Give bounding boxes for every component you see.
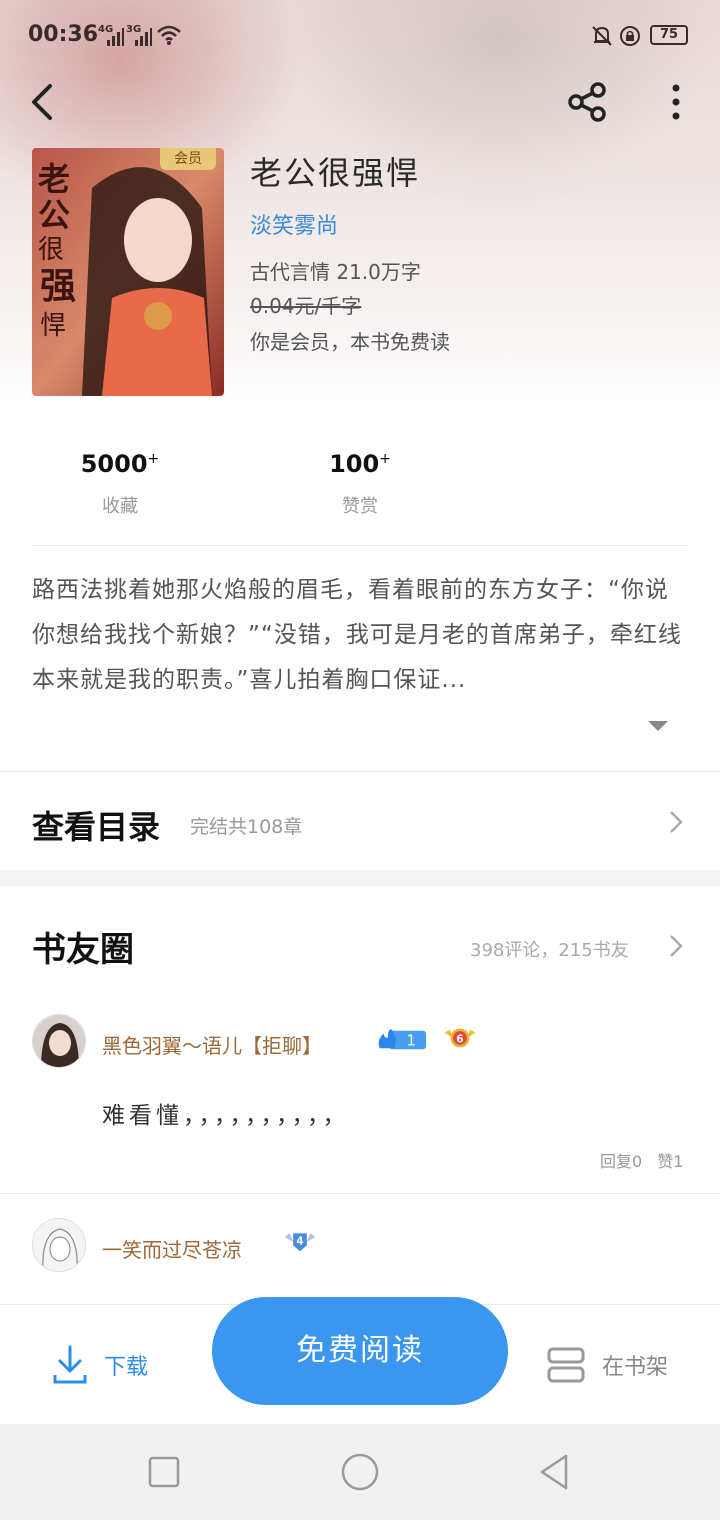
- fire-level-badge-icon: 1: [378, 1028, 426, 1050]
- download-icon: [53, 1345, 87, 1384]
- level-6-badge-icon: 6: [444, 1028, 476, 1048]
- book-vip-note: 你是会员，本书免费读: [250, 330, 450, 354]
- bottom-action-bar: 下载 免费阅读 在书架: [0, 1297, 720, 1424]
- comment-text: 难看懂，，，，，，，，，，: [102, 1103, 350, 1129]
- bookshelf-icon: [547, 1347, 585, 1383]
- stat-label: 赞赏: [342, 496, 378, 517]
- back-button[interactable]: [18, 78, 66, 126]
- battery-indicator: 75: [650, 25, 688, 45]
- recent-apps-icon[interactable]: [142, 1450, 186, 1494]
- expand-down-icon[interactable]: [646, 718, 670, 734]
- vip-tag: 会员: [160, 148, 216, 170]
- system-navigation-bar: [0, 1424, 720, 1520]
- free-read-button[interactable]: 免费阅读: [212, 1297, 508, 1405]
- status-time: 00:36: [28, 22, 99, 47]
- book-cover-image: 老 公 很 强 悍: [32, 148, 224, 396]
- svg-text:悍: 悍: [40, 311, 66, 341]
- toc-title: 查看目录: [32, 808, 161, 846]
- divider: [32, 545, 688, 546]
- status-bar: 00:36 4G 3G 75: [0, 0, 720, 72]
- home-icon[interactable]: [338, 1450, 382, 1494]
- share-icon: [568, 82, 606, 122]
- user-avatar-image: [33, 1015, 85, 1067]
- wifi-icon: [157, 25, 181, 45]
- comment-actions: 回复0 赞1: [600, 1148, 683, 1172]
- download-label: 下载: [104, 1355, 149, 1380]
- download-button[interactable]: 下载: [52, 1341, 148, 1389]
- chevron-right-icon: [670, 935, 683, 957]
- stat-rewards: 100+ 赞赏: [280, 450, 440, 518]
- level-4-badge-icon: 4: [284, 1233, 316, 1252]
- on-shelf-label: 在书架: [602, 1355, 669, 1380]
- signal-bars-icon: [135, 28, 152, 46]
- svg-text:老: 老: [38, 160, 70, 198]
- back-arrow-icon: [32, 84, 52, 120]
- rotation-lock-icon: [620, 26, 640, 46]
- on-shelf-button[interactable]: 在书架: [546, 1341, 668, 1389]
- section-gap: [0, 870, 720, 886]
- reply-button[interactable]: 回复0: [600, 1152, 642, 1171]
- book-description[interactable]: 路西法挑着她那火焰般的眉毛，看着眼前的东方女子：“你说你想给我找个新娘？”“没错…: [32, 568, 692, 703]
- stat-favorites: 5000+ 收藏: [40, 450, 200, 518]
- svg-text:强: 强: [40, 265, 76, 307]
- stat-label: 收藏: [102, 496, 138, 517]
- book-cover[interactable]: 老 公 很 强 悍: [32, 148, 224, 396]
- avatar[interactable]: [32, 1014, 86, 1068]
- stat-value: 100+: [329, 450, 391, 478]
- chevron-right-icon: [670, 811, 683, 833]
- share-button[interactable]: [564, 78, 612, 126]
- system-back-icon[interactable]: [534, 1450, 578, 1494]
- signal-bars-icon: [107, 28, 124, 46]
- svg-text:1: 1: [407, 1033, 416, 1050]
- user-avatar-image: [33, 1219, 85, 1271]
- svg-text:6: 6: [456, 1033, 463, 1045]
- comment-username[interactable]: 黑色羽翼～语儿【拒聊】: [102, 1030, 322, 1059]
- mute-bell-icon: [592, 26, 612, 46]
- book-category-wordcount: 古代言情 21.0万字: [250, 260, 421, 284]
- stat-value: 5000+: [80, 450, 160, 478]
- book-author-link[interactable]: 淡笑雾尚: [250, 208, 338, 240]
- svg-text:4: 4: [296, 1236, 303, 1248]
- book-circle-stats: 398评论，215书友: [470, 940, 629, 961]
- table-of-contents-row[interactable]: 查看目录 完结共108章: [0, 772, 720, 870]
- more-vertical-icon: [672, 84, 680, 120]
- comment-username[interactable]: 一笑而过尽苍凉: [102, 1234, 242, 1263]
- book-title: 老公很强悍: [250, 154, 421, 192]
- like-button[interactable]: 赞1: [657, 1152, 683, 1171]
- toc-chapter-count: 完结共108章: [190, 816, 303, 838]
- divider: [0, 1193, 720, 1194]
- svg-text:很: 很: [38, 235, 64, 265]
- book-price: 0.04元/千字: [250, 294, 362, 318]
- svg-text:公: 公: [38, 196, 70, 234]
- more-options-button[interactable]: [652, 78, 700, 126]
- book-circle-title: 书友圈: [32, 930, 134, 970]
- avatar[interactable]: [32, 1218, 86, 1272]
